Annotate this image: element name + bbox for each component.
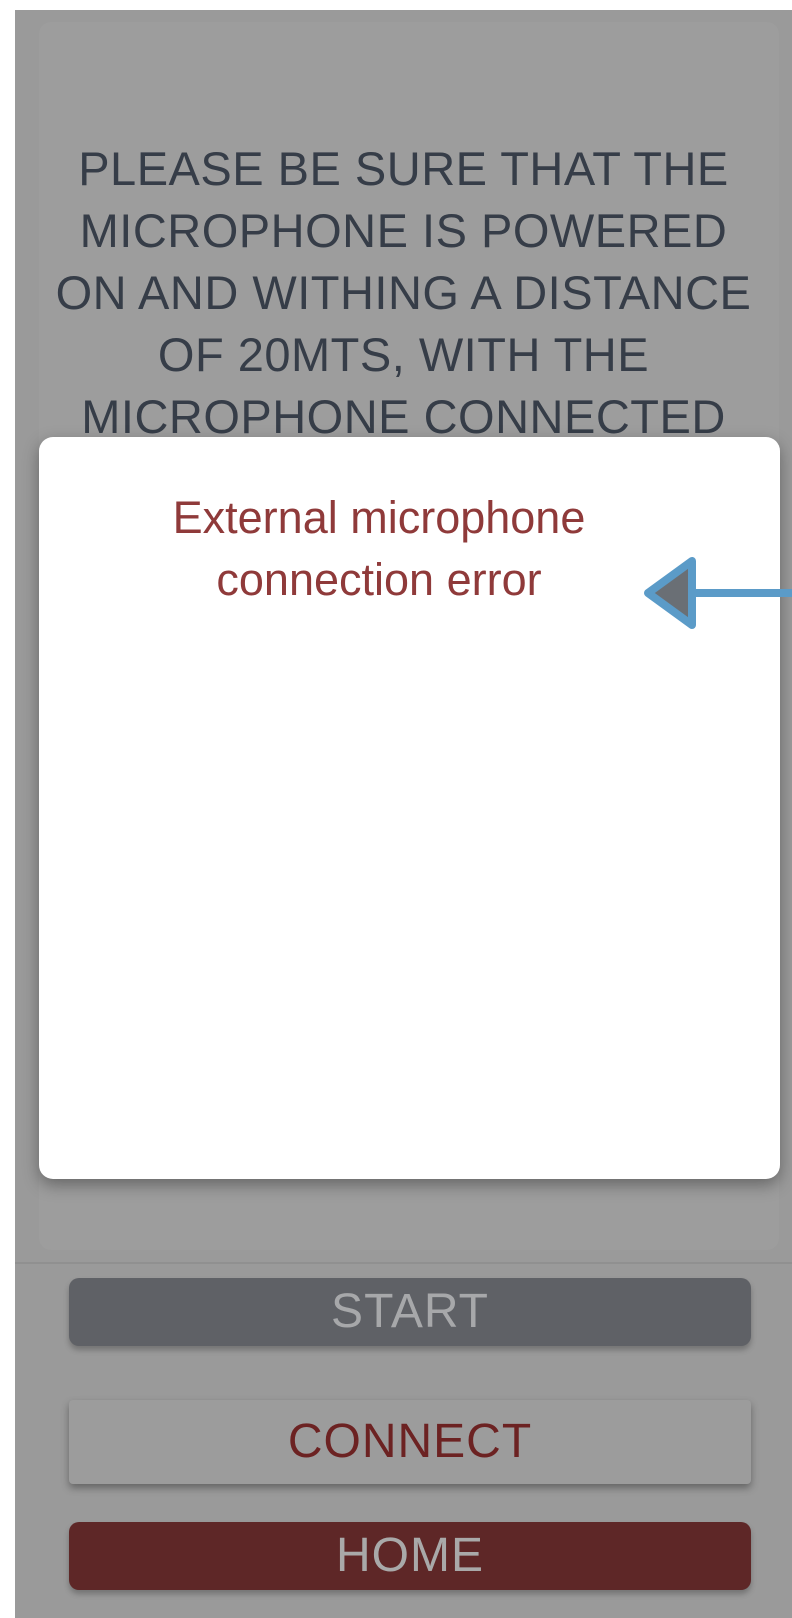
arrow-head: [644, 557, 696, 629]
connect-button[interactable]: CONNECT: [69, 1400, 751, 1484]
instructions-line: ON AND WITHING A DISTANCE: [55, 266, 752, 319]
error-title-line: connection error: [216, 554, 542, 605]
error-title-line: External microphone: [172, 492, 586, 543]
instructions-line: PLEASE BE SURE THAT THE: [78, 142, 729, 195]
left-arrow-icon: [644, 557, 792, 629]
instructions-line: OF 20MTS, WITH THE: [157, 328, 650, 381]
error-dialog-title: External microphone connection error: [129, 487, 629, 611]
error-dialog: External microphone connection error: [39, 437, 780, 1179]
instructions-text: PLEASE BE SURE THAT THE MICROPHONE IS PO…: [15, 138, 792, 448]
instructions-line: MICROPHONE IS POWERED: [79, 204, 728, 257]
footer-divider: [15, 1262, 792, 1264]
start-button[interactable]: START: [69, 1278, 751, 1346]
home-button[interactable]: HOME: [69, 1522, 751, 1590]
